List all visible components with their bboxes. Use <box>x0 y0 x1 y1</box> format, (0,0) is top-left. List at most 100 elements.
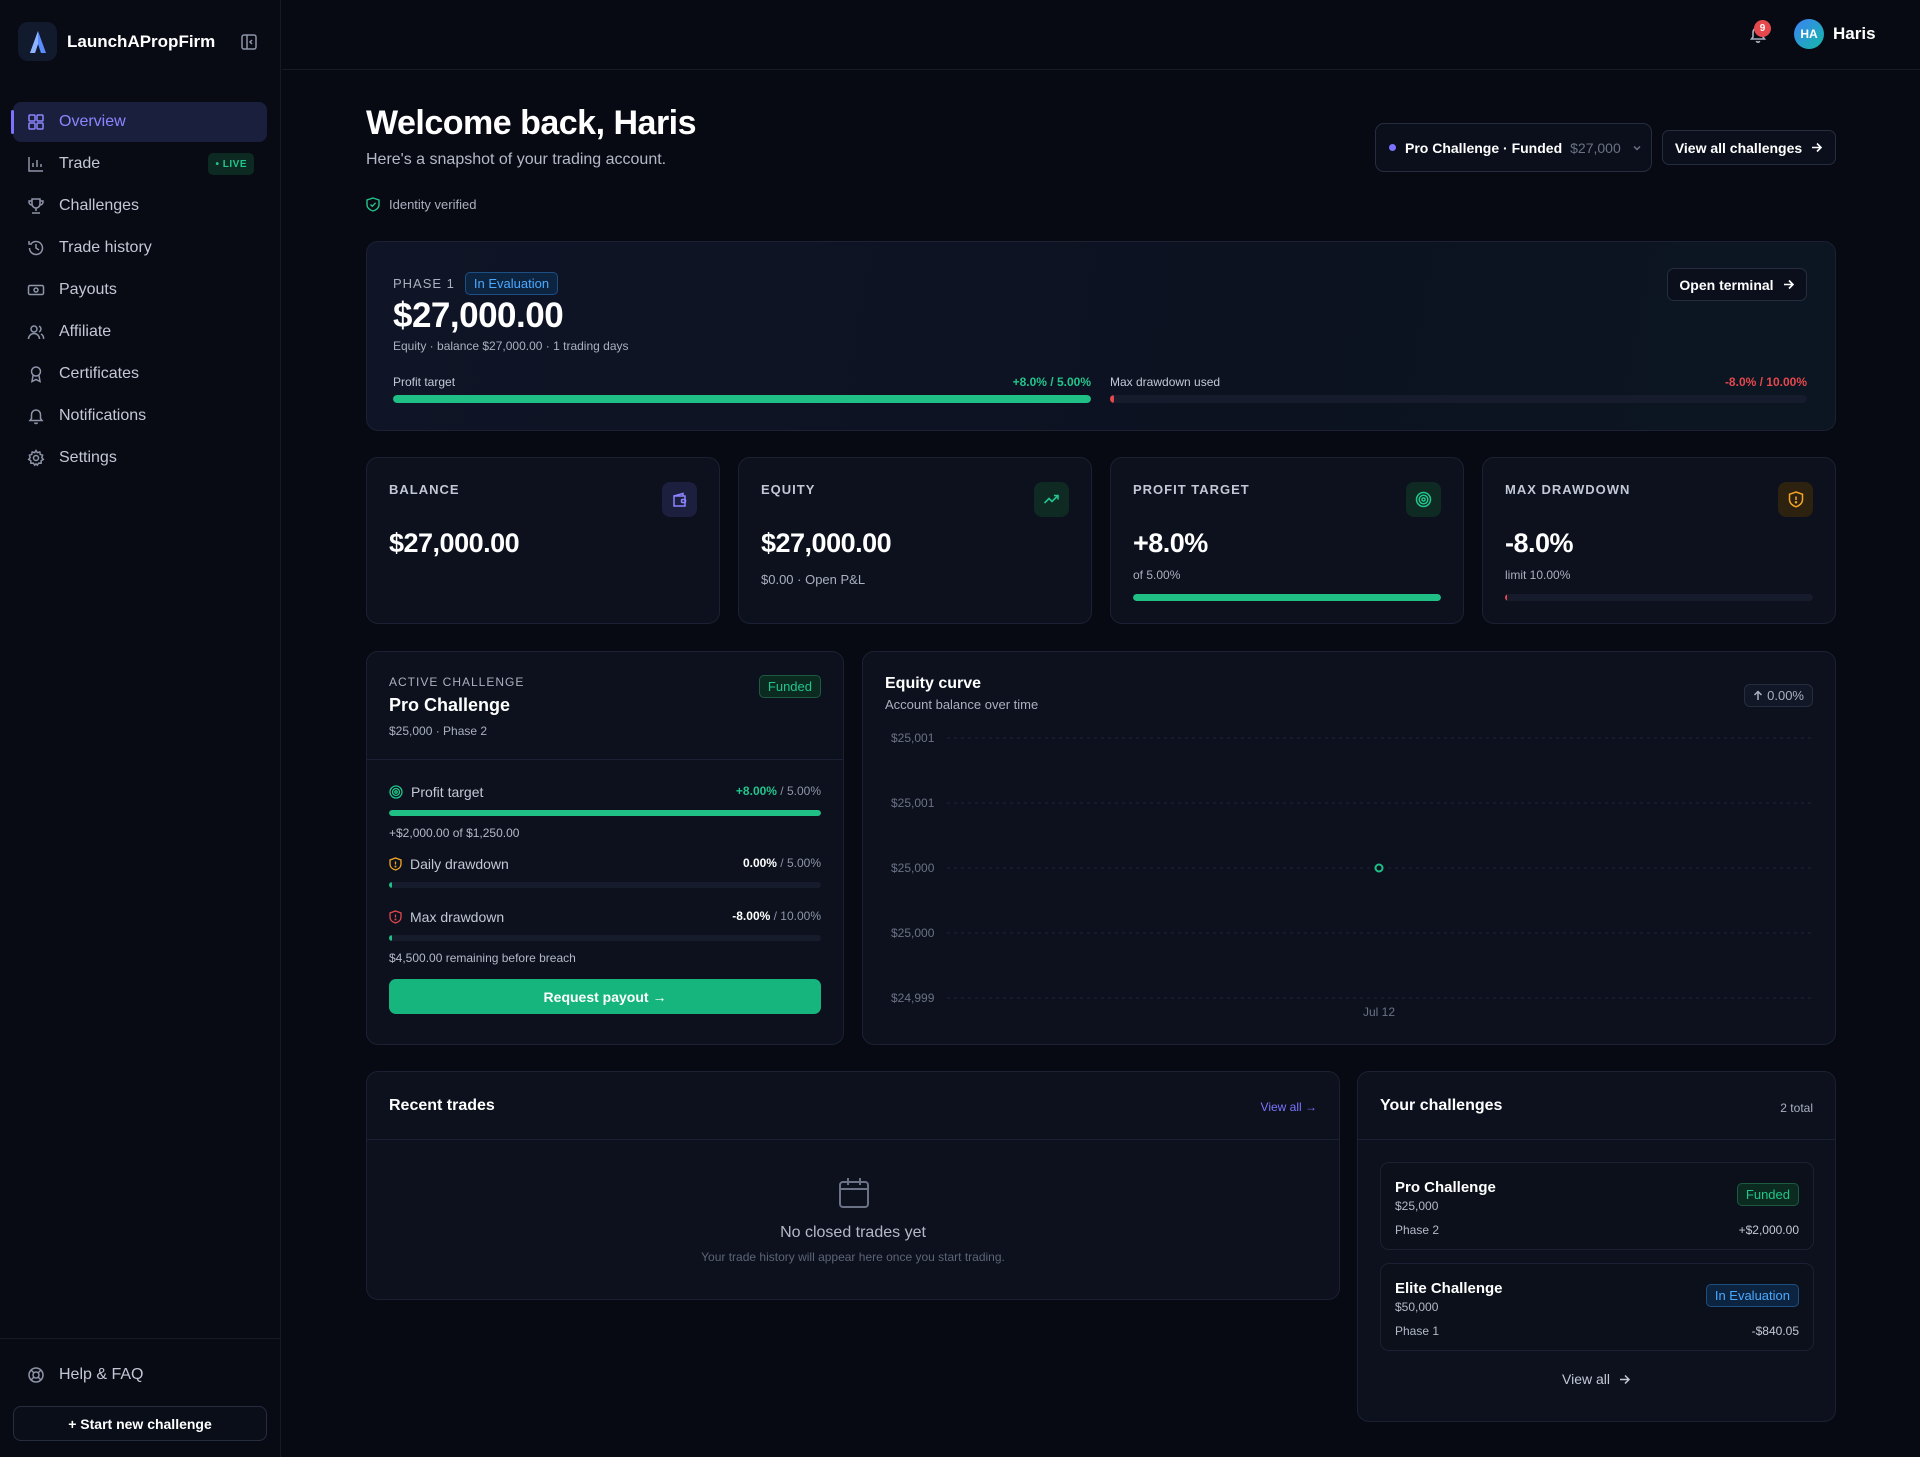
arrow-right-icon <box>1620 1374 1631 1384</box>
stat-value: +8.0% <box>1133 528 1208 558</box>
stat-label: PROFIT TARGET <box>1133 482 1250 497</box>
sidebar-item-trade-history[interactable]: Trade history <box>13 228 267 268</box>
sidebar-item-label: Settings <box>59 449 117 466</box>
challenge-name: Pro Challenge <box>1395 1179 1496 1196</box>
equity-chart: $25,001 $25,001 $25,000 $25,000 $24,999 Jul 1… <box>891 731 1811 1019</box>
shield-alert-icon <box>389 910 402 924</box>
stat-card-max-drawdown: MAX DRAWDOWN -8.0% limit 10.00% <box>1482 457 1836 624</box>
progress-track <box>393 395 1091 403</box>
stat-value: -8.0% <box>1505 528 1574 558</box>
arrow-right-icon <box>1812 142 1823 153</box>
stat-sub: of 5.00% <box>1133 568 1181 582</box>
sidebar-item-trade[interactable]: Trade • LIVE <box>13 144 267 184</box>
progress-track <box>389 935 821 941</box>
view-all-challenges-button[interactable]: View all challenges <box>1662 130 1836 165</box>
profit-target-value: +8.0% / 5.00% <box>1012 375 1091 389</box>
progress-fill <box>389 810 821 816</box>
sidebar-item-notifications[interactable]: Notifications <box>13 396 267 436</box>
status-badge: In Evaluation <box>464 272 559 295</box>
view-all-trades-link[interactable]: View all → <box>1261 1100 1317 1114</box>
sidebar-item-label: Certificates <box>59 365 140 382</box>
user-name[interactable]: Haris <box>1833 24 1876 44</box>
brand[interactable]: LaunchAPropFirm <box>18 22 215 61</box>
challenge-list-item[interactable]: Elite Challenge $50,000 Phase 1 -$840.05… <box>1380 1263 1814 1351</box>
sidebar-footer: Help & FAQ + Start new challenge <box>0 1338 281 1441</box>
sidebar-item-label: Challenges <box>59 197 140 214</box>
sidebar-item-overview[interactable]: Overview <box>11 102 267 142</box>
sidebar: LaunchAPropFirm Overview Trade • LIVE Ch… <box>0 0 281 1457</box>
status-badge: Funded <box>758 675 821 698</box>
stat-value: $27,000.00 <box>761 528 892 558</box>
view-all-challenges-link[interactable]: View all <box>1358 1371 1835 1387</box>
help-label: Help & FAQ <box>59 1366 144 1383</box>
y-tick-label: $24,999 <box>891 991 935 1005</box>
divider <box>367 1139 1339 1140</box>
open-terminal-label: Open terminal <box>1679 276 1774 293</box>
metric-note: $4,500.00 remaining before breach <box>389 951 576 965</box>
avatar[interactable]: HA <box>1794 19 1824 49</box>
sidebar-item-help[interactable]: Help & FAQ <box>27 1366 143 1384</box>
challenges-total: 2 total <box>1780 1101 1813 1115</box>
view-all-label: View all <box>1562 1371 1610 1387</box>
calendar-icon <box>837 1176 871 1215</box>
active-challenge-title: Pro Challenge <box>389 695 511 715</box>
metric-value: +8.00% / 5.00% <box>736 784 821 798</box>
metric-value-main: 0.00% <box>742 856 777 870</box>
progress-track <box>1110 395 1807 403</box>
lifebuoy-icon <box>27 1366 45 1384</box>
wallet-icon <box>662 482 697 517</box>
start-new-challenge-button[interactable]: + Start new challenge <box>13 1406 267 1441</box>
phase-name: PHASE 1 <box>393 276 455 291</box>
live-badge: • LIVE <box>208 153 254 175</box>
challenge-pnl: +$2,000.00 <box>1738 1223 1799 1237</box>
progress-fill <box>1110 395 1115 403</box>
sidebar-item-affiliate[interactable]: Affiliate <box>13 312 267 352</box>
recent-trades-card: Recent trades View all → No closed trade… <box>366 1071 1340 1300</box>
stat-card-balance: BALANCE $27,000.00 <box>366 457 720 624</box>
sidebar-item-label: Affiliate <box>59 323 112 340</box>
sidebar-item-certificates[interactable]: Certificates <box>13 354 267 394</box>
challenge-amount: $25,000 <box>1395 1199 1439 1213</box>
sidebar-nav: Overview Trade • LIVE Challenges Trade h… <box>11 102 267 480</box>
stat-label: MAX DRAWDOWN <box>1505 482 1631 497</box>
verified-label: Identity verified <box>389 197 477 212</box>
challenge-phase: Phase 2 <box>1395 1223 1440 1237</box>
trending-up-icon <box>1034 482 1069 517</box>
metric-value-main: -8.00% <box>732 909 771 923</box>
users-icon <box>27 323 45 341</box>
shield-icon <box>1778 482 1813 517</box>
divider <box>367 759 843 760</box>
x-tick-label: Jul 12 <box>1363 1005 1395 1019</box>
challenge-list-item[interactable]: Pro Challenge $25,000 Phase 2 +$2,000.00… <box>1380 1162 1814 1250</box>
data-point <box>1374 863 1384 873</box>
divider <box>1358 1139 1835 1140</box>
sidebar-item-label: Trade history <box>59 239 152 256</box>
profit-target-label: Profit target <box>393 375 456 389</box>
sidebar-item-settings[interactable]: Settings <box>13 438 267 478</box>
chevron-down-icon <box>1631 142 1643 154</box>
stat-label: BALANCE <box>389 482 460 497</box>
sidebar-item-label: Overview <box>59 113 126 130</box>
progress-track <box>389 810 821 816</box>
stat-label: EQUITY <box>761 482 816 497</box>
status-dot <box>1389 144 1396 151</box>
max-drawdown-progress: Max drawdown used -8.0% / 10.00% <box>1110 375 1807 405</box>
progress-track <box>389 882 821 888</box>
sidebar-collapse-icon[interactable] <box>240 33 258 51</box>
open-terminal-button[interactable]: Open terminal <box>1667 268 1807 301</box>
request-payout-button[interactable]: Request payout → <box>389 979 821 1014</box>
progress-fill <box>393 395 1091 403</box>
metric-label: Daily drawdown <box>410 856 509 872</box>
challenge-selector[interactable]: Pro Challenge · Funded $27,000 <box>1375 123 1652 172</box>
sidebar-item-challenges[interactable]: Challenges <box>13 186 267 226</box>
stat-value: $27,000.00 <box>389 528 520 558</box>
sidebar-item-payouts[interactable]: Payouts <box>13 270 267 310</box>
metric-value: 0.00% / 5.00% <box>743 856 821 870</box>
y-tick-label: $25,000 <box>891 861 935 875</box>
page-title: Welcome back, Haris <box>366 104 697 142</box>
metric-label: Max drawdown <box>410 909 505 925</box>
progress-fill <box>1133 594 1441 601</box>
stat-sub: limit 10.00% <box>1505 568 1571 582</box>
stat-sub: $0.00 · Open P&L <box>761 572 866 587</box>
grid-icon <box>27 113 45 131</box>
